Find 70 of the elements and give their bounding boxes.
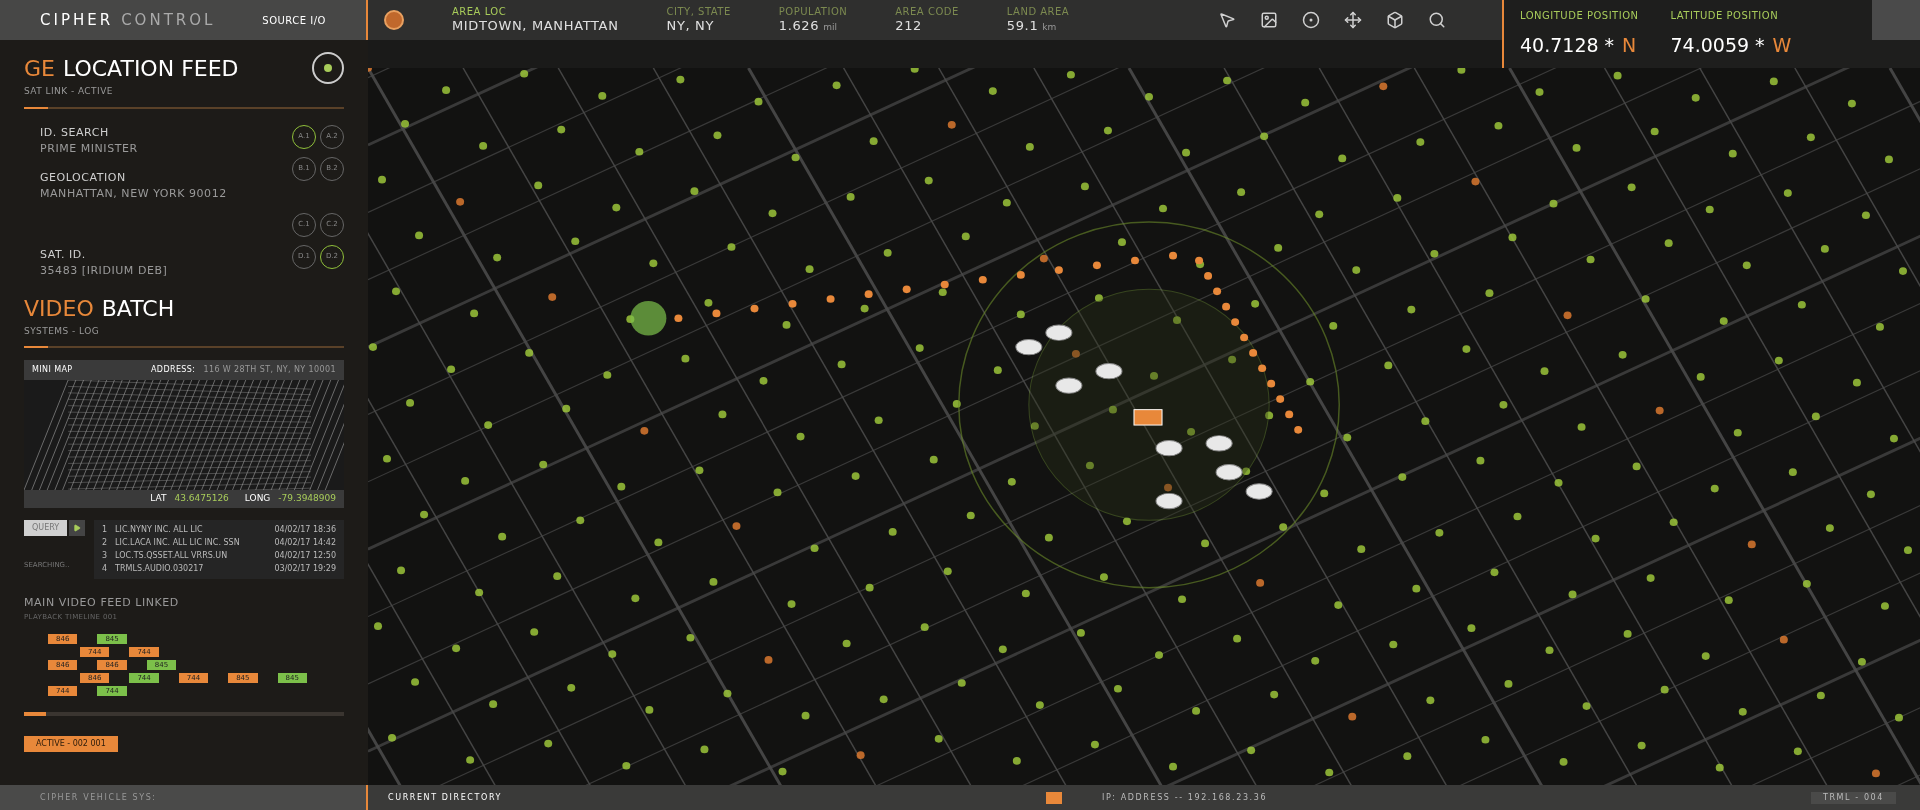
result-index: 4 xyxy=(102,563,108,575)
pointer-icon[interactable] xyxy=(1218,11,1236,29)
address-label: ADDRESS: xyxy=(150,364,196,376)
result-time: 04/02/17 14:42 xyxy=(274,537,336,549)
feed-title: MAIN VIDEO FEED LINKED xyxy=(24,595,180,611)
result-time: 04/02/17 18:36 xyxy=(274,524,336,536)
result-name: LIC.NYNY INC. ALL LIC xyxy=(115,524,204,536)
address-value: 116 W 28TH ST, NY, NY 10001 xyxy=(203,364,336,376)
position-direction: W xyxy=(1772,33,1792,59)
position-label: LONGITUDE POSITION xyxy=(1520,9,1639,24)
radar-icon xyxy=(312,52,344,84)
position-direction: N xyxy=(1622,33,1637,59)
stat-unit: mil xyxy=(823,22,837,34)
stat-label: AREA CODE xyxy=(895,5,959,19)
panel-subtitle: SAT LINK - ACTIVE xyxy=(24,85,114,98)
field-value: PRIME MINISTER xyxy=(40,141,139,157)
position-value: 40.7128 * xyxy=(1520,33,1615,59)
long-value: -79.3948909 xyxy=(278,492,336,506)
field-value: MANHATTAN, NEW YORK 90012 xyxy=(40,186,227,202)
result-name: TRMLS.AUDIO.030217 xyxy=(115,563,205,575)
mini-map-title: MINI MAP xyxy=(32,364,73,376)
source-label: SOURCE I/O xyxy=(262,13,326,28)
result-name: LOC.TS.QSSET.ALL VRRS.UN xyxy=(115,550,229,562)
terminal-label: TRML - 004 xyxy=(1810,791,1896,804)
stat-value: NY, NY xyxy=(666,18,715,35)
stat-unit: km xyxy=(1042,22,1057,34)
stat-label: LAND AREA xyxy=(1006,5,1070,19)
lat-value: 43.6475126 xyxy=(174,492,229,506)
panel-subtitle: SYSTEMS - LOG xyxy=(24,324,101,338)
panel-title: BATCH xyxy=(101,294,175,323)
active-badge: ACTIVE - 002 001 xyxy=(24,736,118,752)
stat-label: CITY, STATE xyxy=(666,5,731,19)
panel-title: LOCATION FEED xyxy=(62,55,239,83)
field-label: ID. SEARCH xyxy=(40,124,110,141)
search-icon[interactable] xyxy=(1428,11,1446,29)
image-icon[interactable] xyxy=(1260,11,1278,29)
result-name: LIC.LACA INC. ALL LIC INC. SSN xyxy=(115,537,241,549)
play-icon xyxy=(73,524,82,532)
play-button[interactable] xyxy=(69,520,86,536)
field-value: 35483 [IRIDIUM DEB] xyxy=(40,263,169,279)
system-label: CIPHER VEHICLE SYS: xyxy=(40,791,157,804)
result-index: 1 xyxy=(102,524,108,536)
panel-title-accent: VIDEO xyxy=(24,294,94,323)
result-time: 03/02/17 19:29 xyxy=(274,563,336,575)
directory-label: CURRENT DIRECTORY xyxy=(388,791,503,804)
status-indicator-icon xyxy=(1045,791,1062,804)
position-label: LATITUDE POSITION xyxy=(1670,9,1780,24)
position-value: 74.0059 * xyxy=(1670,33,1765,59)
stat-label: AREA LOC xyxy=(452,5,508,19)
target-icon[interactable] xyxy=(1302,11,1320,29)
app-title: CIPHER xyxy=(40,9,114,31)
move-icon[interactable] xyxy=(1344,11,1362,29)
cube-icon[interactable] xyxy=(1386,11,1404,29)
stat-label: POPULATION xyxy=(778,5,848,19)
result-index: 2 xyxy=(102,537,108,549)
lat-label: LAT xyxy=(150,492,167,506)
ip-address: IP: ADDRESS -- 192.168.23.36 xyxy=(1101,791,1268,804)
result-time: 04/02/17 12:50 xyxy=(274,550,336,562)
stat-value: MIDTOWN, MANHATTAN xyxy=(452,18,619,35)
stat-value: 212 xyxy=(895,18,923,35)
long-label: LONG xyxy=(244,492,271,506)
stat-value: 1.626 xyxy=(778,18,820,35)
stat-value: 59.1 xyxy=(1006,18,1039,35)
corner-panel xyxy=(1872,0,1920,40)
app-subtitle: CONTROL xyxy=(121,9,216,31)
field-label: SAT. ID. xyxy=(40,246,87,263)
progress-fill[interactable] xyxy=(24,712,47,716)
result-index: 3 xyxy=(102,550,108,562)
field-label: GEOLOCATION xyxy=(40,169,127,186)
panel-title-accent: GE xyxy=(24,55,55,83)
